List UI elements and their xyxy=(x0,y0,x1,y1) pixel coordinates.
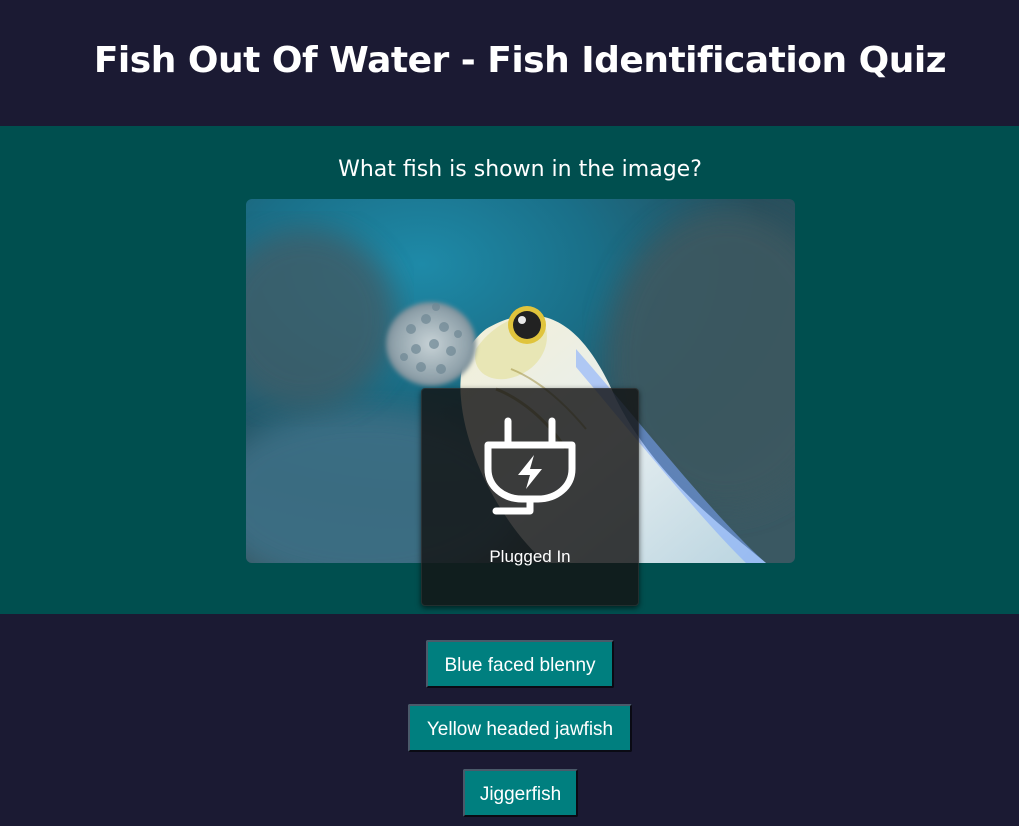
page-header: Fish Out Of Water - Fish Identification … xyxy=(0,0,1019,126)
page-title: Fish Out Of Water - Fish Identification … xyxy=(93,40,947,81)
question-text: What fish is shown in the image? xyxy=(338,157,702,182)
plugged-in-notification: Plugged In xyxy=(421,388,639,606)
answer-button-jiggerfish[interactable]: Jiggerfish xyxy=(463,769,578,817)
answer-button-blue-faced-blenny[interactable]: Blue faced blenny xyxy=(426,640,614,688)
notification-label: Plugged In xyxy=(489,547,571,566)
plug-charging-icon xyxy=(478,417,582,521)
answer-button-yellow-headed-jawfish[interactable]: Yellow headed jawfish xyxy=(408,704,632,752)
